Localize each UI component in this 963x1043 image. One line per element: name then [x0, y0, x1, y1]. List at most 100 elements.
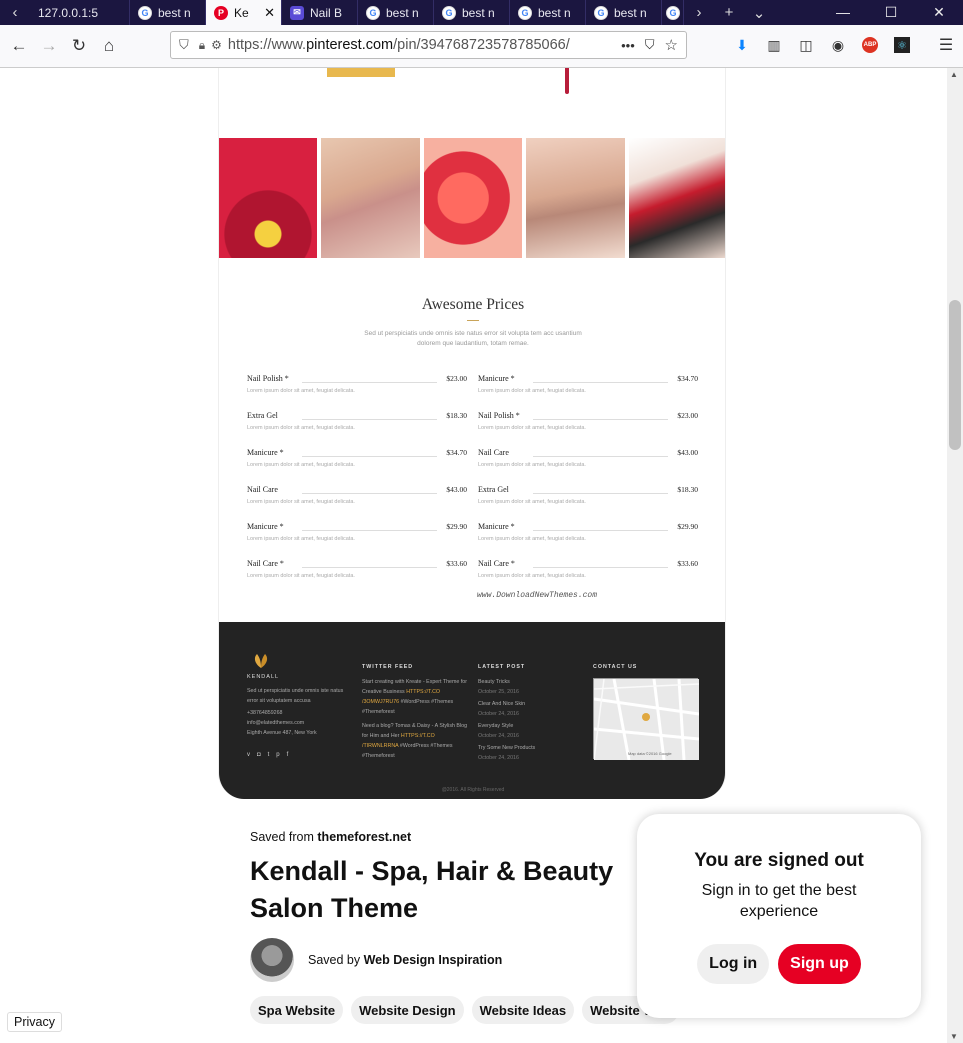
signed-out-card: You are signed out Sign in to get the be… [637, 814, 921, 1018]
google-icon: G [138, 5, 152, 20]
tab-label: Nail B [310, 5, 343, 20]
account-icon[interactable]: ◉ [824, 31, 852, 59]
url-path: /pin/394768723578785066/ [393, 37, 570, 53]
price-star: * [510, 559, 515, 568]
polish-drop [565, 68, 569, 94]
prices-title: Awesome Prices [421, 296, 525, 313]
tag-chip[interactable]: Spa Website [250, 996, 344, 1024]
react-devtools-icon[interactable]: ⚛ [888, 31, 916, 59]
more-actions-icon[interactable]: ••• [621, 38, 635, 53]
new-tab-icon[interactable]: + [714, 4, 744, 21]
saved-from-link[interactable]: themeforest.net [317, 830, 411, 844]
price-star: * [510, 374, 515, 383]
price-star: * [279, 559, 284, 568]
footer-email: info@elatedthemes.com [247, 720, 305, 726]
tab[interactable]: Gbest n [586, 0, 662, 25]
tab-active[interactable]: P Ke ✕ [206, 0, 282, 25]
url-bar[interactable]: ⛉ 🔒︎ ⚙ https://www.pinterest.com/pin/394… [170, 31, 687, 59]
url-prefix: https://www. [227, 37, 307, 53]
price-value: $34.70 [677, 374, 698, 383]
tab[interactable]: Gbest n [130, 0, 206, 25]
tab[interactable]: ✉ Nail B [282, 0, 358, 25]
download-icon[interactable]: ⬇ [728, 31, 756, 59]
price-value: $23.00 [446, 374, 467, 383]
forward-icon[interactable]: → [34, 31, 64, 61]
price-name: Nail Care [247, 485, 278, 494]
maximize-icon[interactable]: ☐ [867, 4, 915, 21]
pin-image[interactable]: Awesome Prices Sed ut perspiciatis unde … [218, 68, 726, 799]
back-icon[interactable]: ← [4, 31, 34, 61]
shield-icon[interactable]: ⛉ [179, 37, 189, 53]
photo-strip [219, 138, 725, 258]
close-tab-icon[interactable]: ✕ [264, 5, 275, 21]
reload-icon[interactable]: ↻ [64, 31, 94, 61]
map-graphic [593, 678, 700, 761]
avatar[interactable] [250, 938, 294, 982]
google-icon: G [518, 5, 532, 20]
tab-bar: ‹ 127.0.0.1:5 Gbest n P Ke ✕ ✉ Nail B Gbest… [0, 0, 963, 25]
menu-icon[interactable]: ☰ [932, 31, 960, 59]
tab-label: best n [386, 5, 419, 20]
map-credit: Map data ©2016 Google [628, 751, 672, 756]
tab-label: best n [158, 5, 191, 20]
price-name: Manicure [247, 448, 278, 457]
price-value: $43.00 [446, 485, 467, 494]
instagram-icon: ◘ [257, 752, 268, 758]
tab[interactable]: Gbest n [510, 0, 586, 25]
price-name: Manicure [478, 522, 509, 531]
photo-grapefruit-nails [423, 138, 523, 258]
price-name: Nail Polish [247, 374, 283, 383]
adblock-icon[interactable]: ABP [856, 31, 884, 59]
scrollbar[interactable]: ▲ ▼ [947, 68, 963, 1043]
tab[interactable]: G [662, 0, 684, 25]
nav-bar: ← → ↻ ⌂ ⛉ 🔒︎ ⚙ https://www.pinterest.com… [0, 25, 963, 68]
social-icons: v◘tpf [247, 750, 295, 760]
price-item: Nail Care * $33.60 Lorem ipsum dolor sit a… [247, 559, 467, 596]
price-desc: Lorem ipsum dolor sit amet, feugiat deli… [247, 388, 355, 394]
price-name: Manicure [478, 374, 509, 383]
price-value: $33.60 [446, 559, 467, 568]
post-item: Beauty Tricks October 25, 2016 [478, 677, 535, 697]
saved-by-user[interactable]: Web Design Inspiration [364, 953, 503, 967]
minimize-icon[interactable]: — [819, 4, 867, 21]
footer-twitter: TWITTER FEED Start creating with Kreate … [362, 662, 467, 761]
tab[interactable]: Gbest n [358, 0, 434, 25]
chevron-down-icon[interactable]: ⌄ [744, 4, 774, 22]
privacy-link[interactable]: Privacy [7, 1012, 62, 1032]
facebook-icon: f [286, 752, 296, 758]
tag-chip[interactable]: Website Ideas [471, 996, 575, 1024]
lock-icon: 🔒︎ [198, 37, 206, 52]
price-name: Manicure [247, 522, 278, 531]
tag-chip[interactable]: Website Design [351, 996, 464, 1024]
price-value: $18.30 [677, 485, 698, 494]
price-star: * [510, 522, 515, 531]
sidebar-icon[interactable]: ◫ [792, 31, 820, 59]
tab-scroll-left-icon[interactable]: ‹ [0, 4, 30, 21]
nail-icon: ✉ [290, 5, 304, 20]
footer-about-text: Sed ut perspiciatis unde omnis iste natu… [247, 688, 344, 704]
pocket-icon[interactable]: ⛉ [645, 37, 655, 53]
login-button[interactable]: Log in [697, 944, 770, 984]
home-icon[interactable]: ⌂ [94, 31, 124, 61]
price-star: * [515, 411, 520, 420]
pinterest-small-icon: p [276, 752, 287, 758]
tab[interactable]: 127.0.0.1:5 [30, 0, 130, 25]
scrollbar-thumb[interactable] [949, 300, 961, 450]
post-title: Beauty Tricks [478, 679, 510, 685]
scroll-down-icon[interactable]: ▼ [950, 1032, 958, 1041]
google-icon: G [366, 5, 380, 20]
close-window-icon[interactable]: ✕ [915, 4, 963, 21]
price-desc: Lorem ipsum dolor sit amet, feugiat deli… [478, 425, 586, 431]
tab-scroll-right-icon[interactable]: › [684, 4, 714, 21]
pin-title: Kendall - Spa, Hair & Beauty Salon Theme [250, 856, 614, 923]
tab-label: best n [462, 5, 495, 20]
permissions-icon[interactable]: ⚙ [211, 38, 222, 52]
bookmark-star-icon[interactable]: ☆ [665, 36, 678, 54]
tab[interactable]: Gbest n [434, 0, 510, 25]
price-item: Manicure * $29.90 Lorem ipsum dolor sit am… [478, 522, 698, 559]
scroll-up-icon[interactable]: ▲ [950, 70, 958, 79]
signup-button[interactable]: Sign up [778, 944, 861, 984]
theme-footer: KENDALL Sed ut perspiciatis unde omnis i… [219, 622, 725, 799]
library-icon[interactable]: ▥ [760, 31, 788, 59]
price-desc: Lorem ipsum dolor sit amet, feugiat deli… [247, 462, 355, 468]
